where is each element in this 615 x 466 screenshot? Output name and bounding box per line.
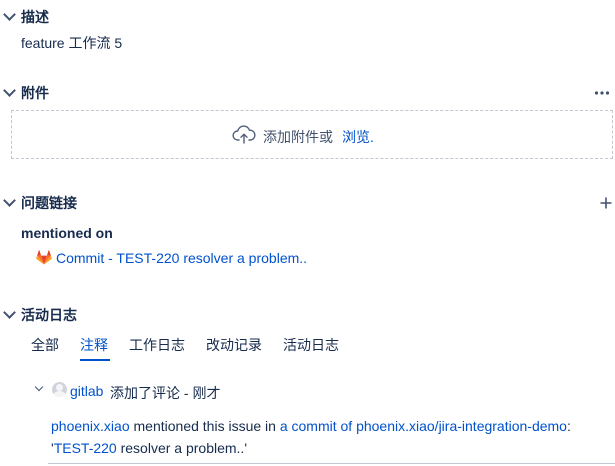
issue-links-title: 问题链接 [21,195,77,211]
mention-user-link[interactable]: phoenix.xiao [51,418,130,434]
description-body[interactable]: feature 工作流 5 [21,33,122,53]
browse-link[interactable]: 浏览. [342,127,374,147]
tab-history[interactable]: 改动记录 [206,335,262,355]
tab-activity[interactable]: 活动日志 [283,335,339,355]
chevron-down-icon[interactable] [3,194,16,207]
description-title: 描述 [21,9,49,25]
chevron-down-icon[interactable] [3,84,16,97]
issue-key-link[interactable]: TEST-220 [54,440,117,456]
avatar[interactable] [52,382,67,397]
commit-link[interactable]: a commit of phoenix.xiao/jira-integratio… [280,418,567,434]
ellipsis-icon[interactable] [594,90,610,96]
comment-body: phoenix.xiao mentioned this issue in a c… [51,415,571,459]
cloud-upload-icon [232,125,256,144]
colon-text: : [566,418,571,434]
quote-rest: resolver a problem..' [116,440,247,456]
chevron-down-icon[interactable] [3,8,16,21]
tab-comments[interactable]: 注释 [80,335,108,355]
attachment-dropzone[interactable]: 添加附件或 浏览. [11,110,613,159]
chevron-down-icon[interactable] [3,306,16,319]
tab-worklog[interactable]: 工作日志 [129,335,185,355]
plus-icon[interactable] [600,197,612,209]
comment-author[interactable]: gitlab [70,383,103,399]
attachments-title: 附件 [21,85,49,101]
tab-all[interactable]: 全部 [31,335,59,355]
activity-title: 活动日志 [21,307,77,323]
chevron-down-icon[interactable] [34,382,44,392]
comment-action: 添加了评论 - 刚才 [110,385,221,401]
link-relation-label: mentioned on [21,225,113,241]
divider [48,463,615,464]
gitlab-icon [36,250,52,265]
active-tab-indicator [80,359,110,361]
mention-text: mentioned this issue in [129,418,280,434]
linked-issue-title[interactable]: Commit - TEST-220 resolver a problem.. [56,250,307,266]
dropzone-text: 添加附件或 [263,129,333,145]
